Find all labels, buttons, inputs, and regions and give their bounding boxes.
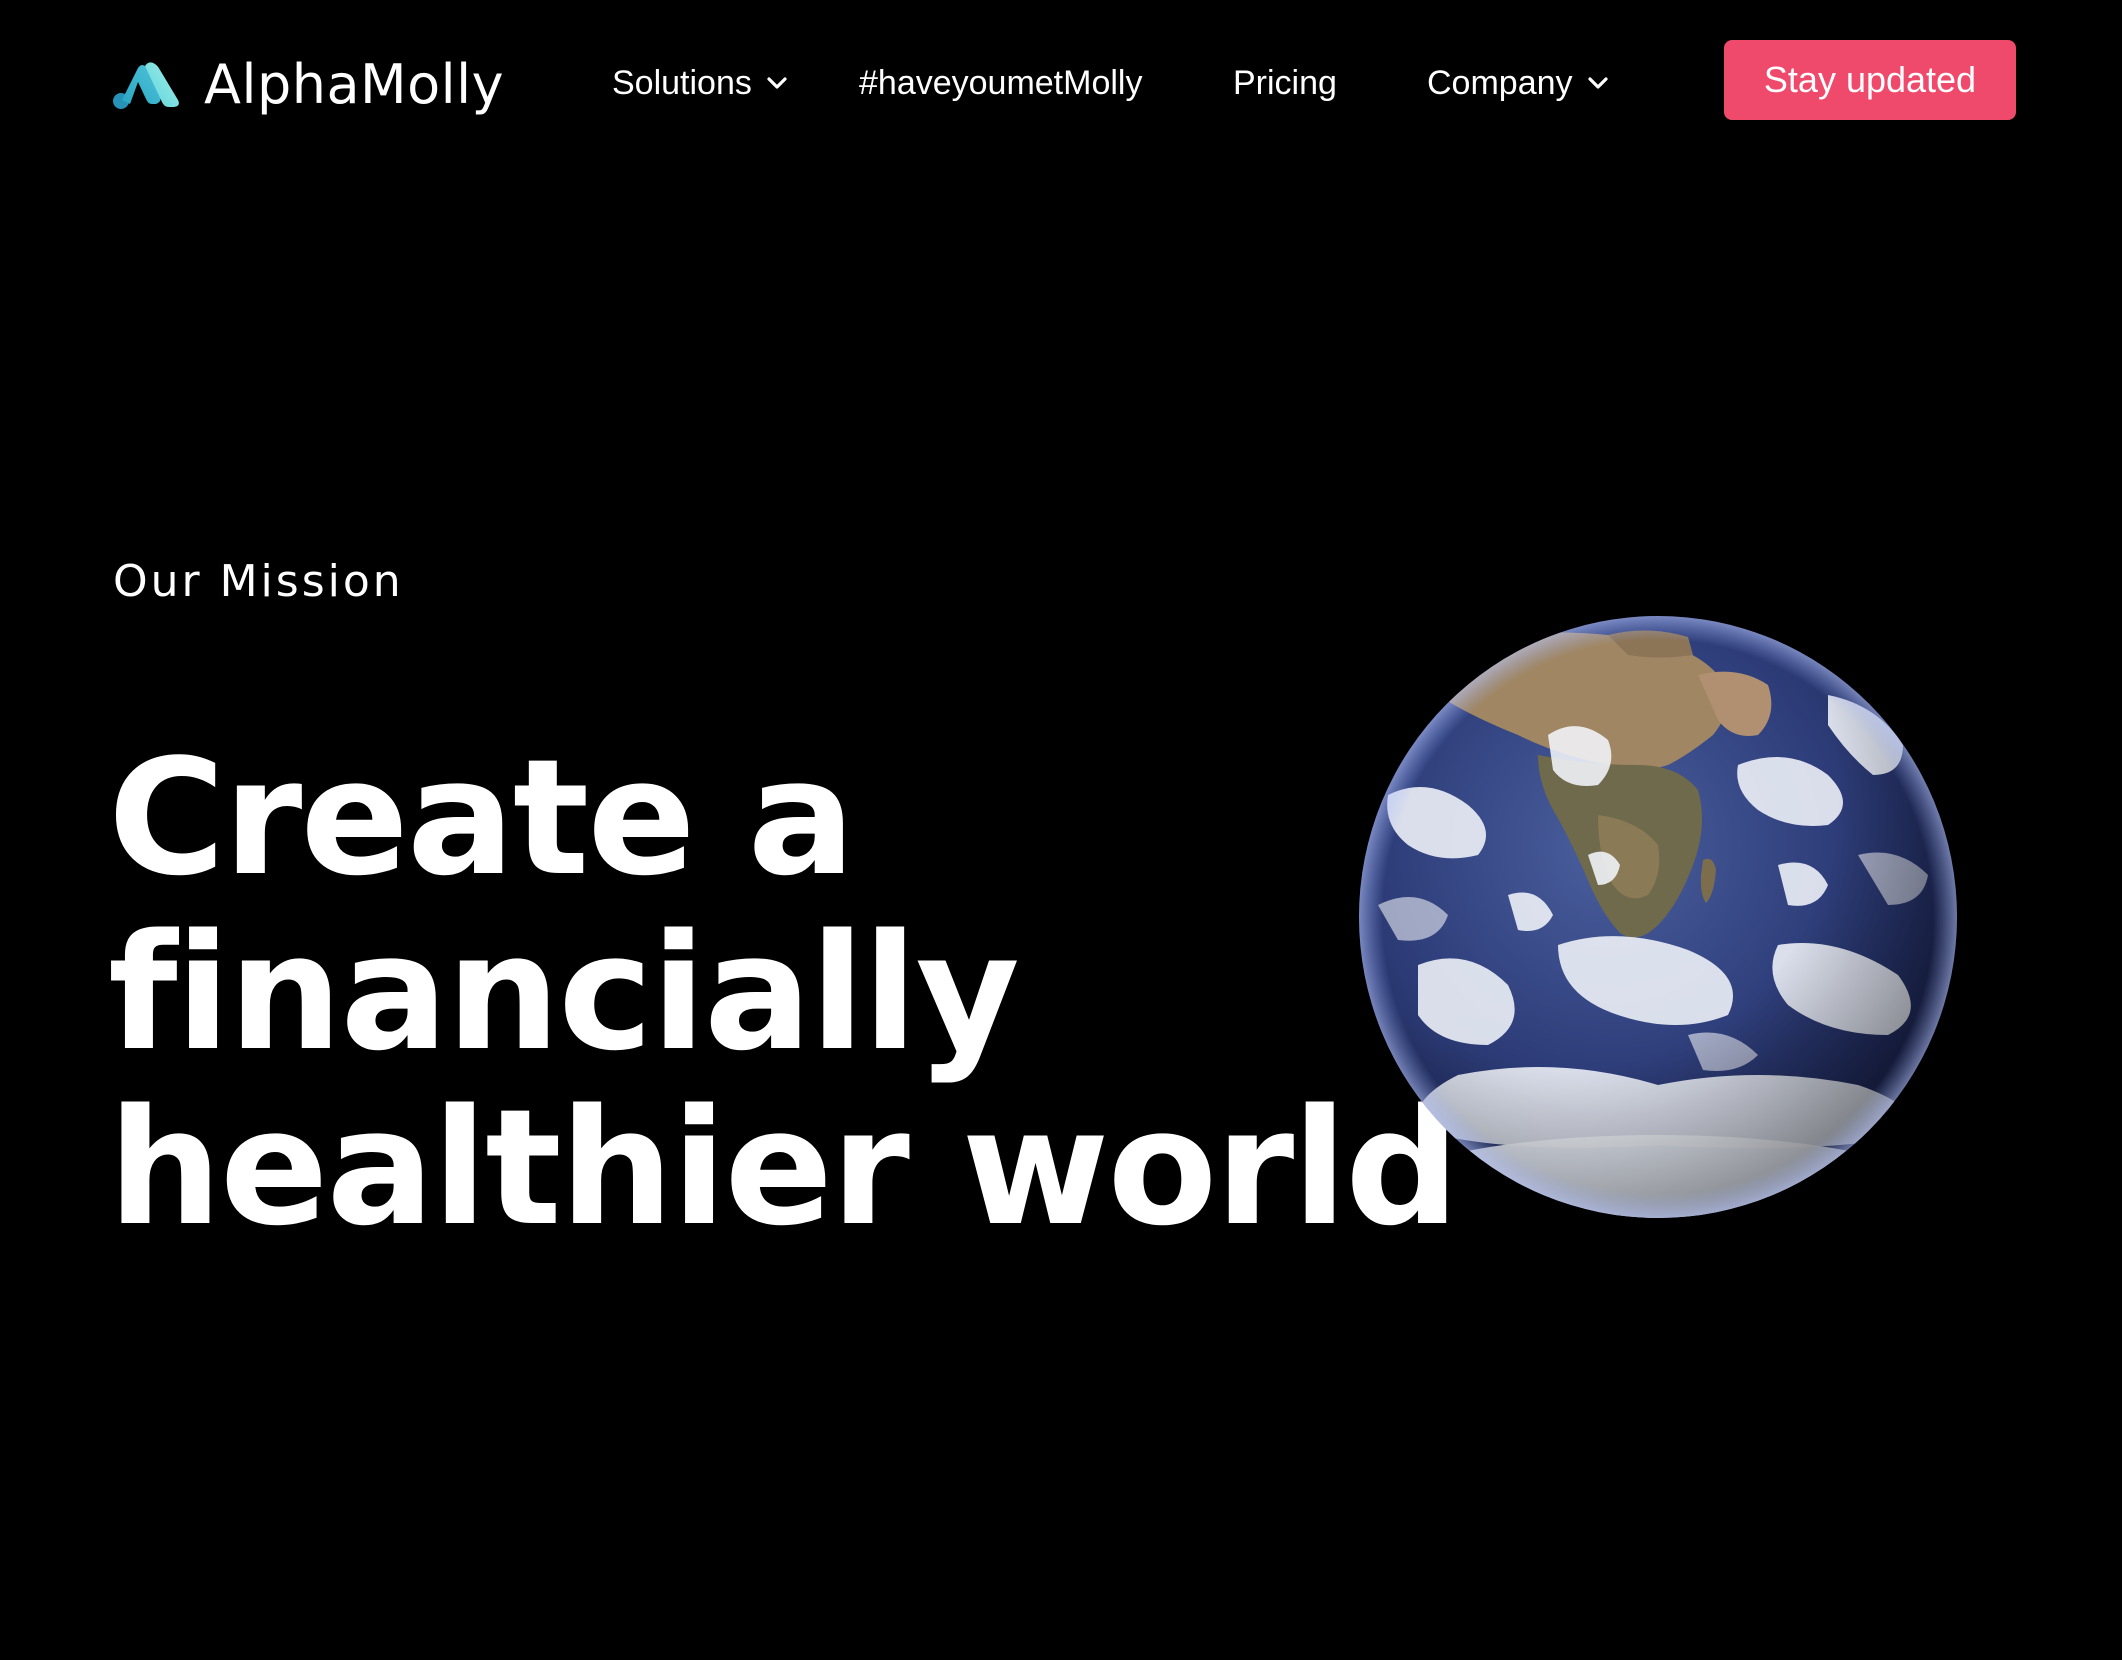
headline-line: healthier world (108, 1074, 1460, 1261)
section-eyebrow: Our Mission (113, 556, 404, 607)
top-navigation: AlphaMolly Solutions #haveyoumetMolly Pr… (0, 0, 2122, 165)
nav-item-label: #haveyoumetMolly (859, 63, 1143, 102)
nav-item-label: Solutions (612, 63, 752, 102)
chevron-down-icon (1587, 77, 1608, 89)
headline-line: Create a (108, 724, 855, 911)
stay-updated-button[interactable]: Stay updated (1724, 40, 2016, 120)
nav-item-company[interactable]: Company (1427, 60, 1609, 106)
nav-item-label: Company (1427, 63, 1573, 102)
nav-item-haveyoumetmolly[interactable]: #haveyoumetMolly (859, 60, 1142, 106)
alphamolly-logo-icon (113, 62, 179, 109)
brand-logo-link[interactable]: AlphaMolly (112, 50, 504, 120)
nav-item-solutions[interactable]: Solutions (612, 60, 788, 106)
hero-headline: Create a financially healthier world (108, 724, 1460, 1261)
chevron-down-icon (767, 77, 787, 89)
headline-line: financially (108, 899, 1020, 1086)
brand-name: AlphaMolly (204, 53, 505, 116)
nav-item-label: Pricing (1233, 63, 1337, 102)
nav-item-pricing[interactable]: Pricing (1233, 60, 1337, 106)
earth-globe-image (1359, 616, 1957, 1218)
